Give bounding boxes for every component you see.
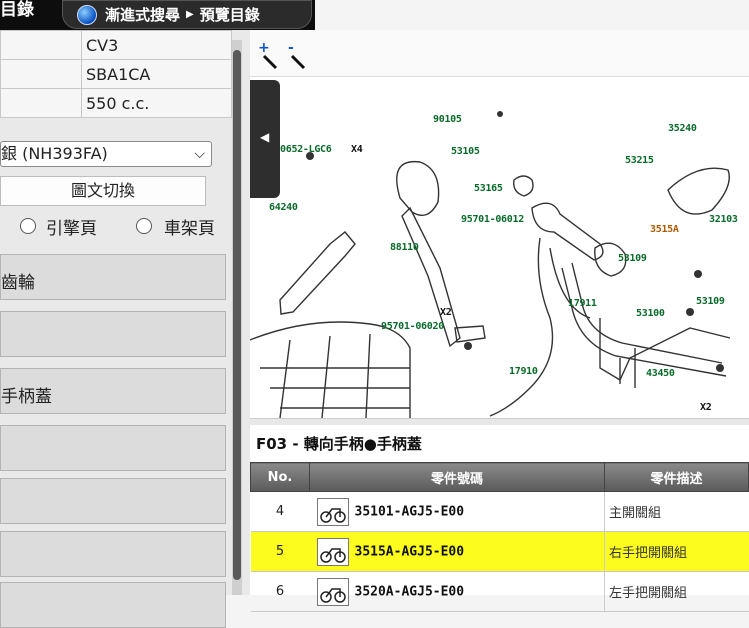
diagram-part-label[interactable]: 43450 <box>646 368 675 379</box>
chevron-right-icon: ▶ <box>186 9 194 20</box>
column-header-desc[interactable]: 零件描述 <box>604 462 749 492</box>
motorcycle-icon[interactable] <box>316 577 349 606</box>
table-row[interactable]: 4 35101-AGJ5-E00 主開關組 <box>250 491 749 532</box>
zoom-toolbar: + - <box>250 30 749 77</box>
diagram-part-label[interactable]: 53165 <box>474 183 503 194</box>
breadcrumb-item-search[interactable]: 漸進式搜尋 <box>105 4 180 25</box>
diagram-part-label[interactable]: 32103 <box>709 214 738 225</box>
motorcycle-icon[interactable] <box>316 537 349 566</box>
category-item[interactable] <box>0 311 226 357</box>
diagram-part-label[interactable]: 53215 <box>625 155 654 166</box>
info-row: 550 c.c. <box>0 88 232 118</box>
parts-diagram[interactable]: 90105 35240 0652-LGC6 X4 53105 53215 531… <box>250 78 749 418</box>
diagram-part-label[interactable]: 88110 <box>390 242 419 253</box>
globe-icon <box>77 4 97 25</box>
diagram-part-label[interactable]: 53105 <box>451 146 480 157</box>
diagram-part-label[interactable]: 90105 <box>433 114 462 125</box>
zoom-in-icon[interactable]: + <box>256 40 280 70</box>
diagram-qty-label: X2 <box>700 402 712 413</box>
part-desc: 右手把開關組 <box>604 531 749 572</box>
left-scrollbar[interactable] <box>232 40 242 595</box>
table-row-selected[interactable]: 5 3515A-AGJ5-E00 右手把開關組 <box>250 531 749 572</box>
chevron-left-icon: ◀ <box>260 130 270 144</box>
column-header-no[interactable]: No. <box>250 462 310 492</box>
view-options: 引擎頁 車架頁 <box>0 212 232 246</box>
view-switch-button[interactable]: 圖文切換 <box>0 176 206 206</box>
page-title: 目錄 <box>0 0 34 20</box>
info-label <box>0 88 82 118</box>
part-desc: 左手把開關組 <box>604 571 749 612</box>
info-row: SBA1CA <box>0 59 232 89</box>
part-code[interactable]: 3515A-AGJ5-E00 <box>355 544 465 559</box>
category-item[interactable] <box>0 425 226 471</box>
diagram-part-label[interactable]: 53100 <box>636 308 665 319</box>
category-label: 手柄蓋 <box>1 387 52 407</box>
part-code-cell: 3515A-AGJ5-E00 <box>309 531 605 572</box>
info-row: CV3 <box>0 30 232 60</box>
category-label: 齒輪 <box>1 273 35 293</box>
breadcrumb-item-catalog[interactable]: 預覽目錄 <box>200 4 260 25</box>
zoom-out-icon[interactable]: - <box>284 40 308 70</box>
info-value: 550 c.c. <box>81 88 232 118</box>
part-desc: 主開關組 <box>604 491 749 532</box>
part-no: 4 <box>250 491 310 532</box>
scrollbar-thumb[interactable] <box>233 50 241 580</box>
column-header-code[interactable]: 零件號碼 <box>309 462 605 492</box>
table-header-row: No. 零件號碼 零件描述 <box>250 462 749 492</box>
diagram-part-label-selected[interactable]: 3515A <box>650 224 679 235</box>
engine-page-radio[interactable] <box>20 218 36 234</box>
diagram-qty-label: X2 <box>440 307 452 318</box>
info-value: CV3 <box>81 30 232 60</box>
diagram-part-label[interactable]: 35240 <box>668 123 697 134</box>
svg-text:+: + <box>258 40 270 56</box>
part-code[interactable]: 35101-AGJ5-E00 <box>355 504 465 519</box>
category-item[interactable]: 手柄蓋 <box>0 368 226 414</box>
diagram-part-label[interactable]: 95701-06012 <box>461 214 524 225</box>
part-no: 6 <box>250 571 310 612</box>
model-info-table: CV3 SBA1CA 550 c.c. <box>0 30 232 118</box>
part-code-cell: 3520A-AGJ5-E00 <box>309 571 605 612</box>
diagram-part-label[interactable]: 53109 <box>618 253 647 264</box>
left-panel: 目錄 漸進式搜尋 ▶ 預覽目錄 CV3 SBA1CA 550 c.c. 銀 (N… <box>0 0 315 628</box>
diagram-part-label[interactable]: 0652-LGC6 <box>280 144 332 155</box>
category-item[interactable] <box>0 531 226 577</box>
diagram-part-label[interactable]: 17910 <box>509 366 538 377</box>
color-select-value: 銀 (NH393FA) <box>1 144 108 163</box>
breadcrumb: 漸進式搜尋 ▶ 預覽目錄 <box>62 0 312 29</box>
diagram-part-label[interactable]: 95701-06020 <box>381 321 444 332</box>
right-panel: + - 90105 35240 0652-LGC6 X4 53105 53215… <box>250 30 749 612</box>
parts-table: No. 零件號碼 零件描述 4 35101-AGJ5-E00 主開關組 5 35… <box>250 462 749 612</box>
diagram-part-label[interactable]: 53109 <box>696 296 725 307</box>
part-code-cell: 35101-AGJ5-E00 <box>309 491 605 532</box>
top-bar: 目錄 漸進式搜尋 ▶ 預覽目錄 <box>0 0 315 30</box>
info-label <box>0 30 82 60</box>
color-select[interactable]: 銀 (NH393FA) ⌵ <box>0 141 212 167</box>
frame-page-radio[interactable] <box>136 218 152 234</box>
info-value: SBA1CA <box>81 59 232 89</box>
frame-page-label: 車架頁 <box>164 219 215 239</box>
diagram-divider <box>250 418 749 425</box>
category-item[interactable]: 齒輪 <box>0 254 226 300</box>
diagram-part-label[interactable]: 17911 <box>568 298 597 309</box>
category-item[interactable] <box>0 582 226 628</box>
category-item[interactable] <box>0 478 226 524</box>
diagram-part-label[interactable]: 64240 <box>269 202 298 213</box>
engine-page-label: 引擎頁 <box>46 219 97 239</box>
part-no: 5 <box>250 531 310 572</box>
motorcycle-icon[interactable] <box>316 497 349 526</box>
diagram-qty-label: X4 <box>351 144 363 155</box>
section-title: F03 - 轉向手柄●手柄蓋 <box>250 428 749 460</box>
info-label <box>0 59 82 89</box>
svg-text:-: - <box>288 40 294 56</box>
chevron-down-icon: ⌵ <box>194 146 205 162</box>
table-row[interactable]: 6 3520A-AGJ5-E00 左手把開關組 <box>250 571 749 612</box>
collapse-panel-tab[interactable]: ◀ <box>250 80 280 198</box>
part-code[interactable]: 3520A-AGJ5-E00 <box>355 584 465 599</box>
